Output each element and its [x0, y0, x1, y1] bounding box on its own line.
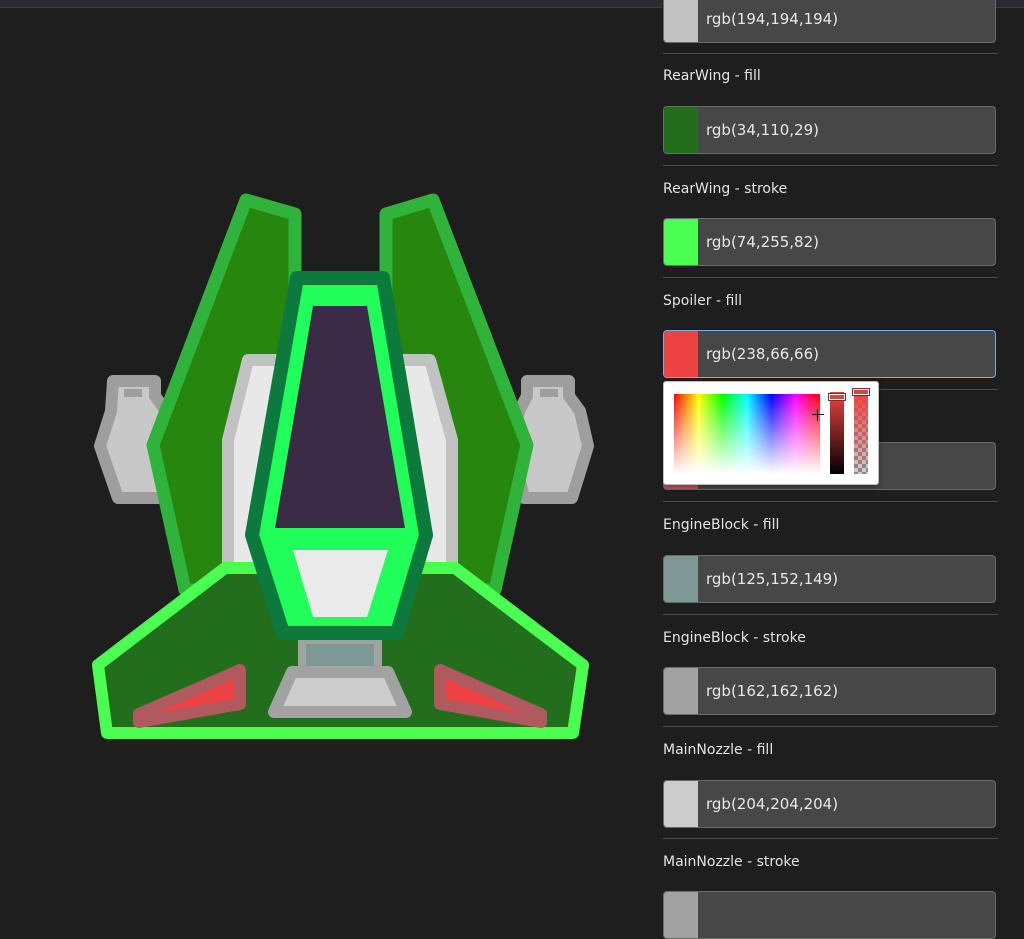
- alpha-slider-handle[interactable]: [853, 389, 869, 395]
- mainnozzle-fill-label: MainNozzle - fill: [663, 742, 774, 758]
- rearwing-stroke-label: RearWing - stroke: [663, 181, 788, 197]
- engineblock-stroke-value: rgb(162,162,162): [706, 682, 839, 700]
- divider: [663, 53, 998, 54]
- spoiler-fill-field[interactable]: rgb(238,66,66): [663, 330, 996, 378]
- mainnozzle-stroke-label: MainNozzle - stroke: [663, 854, 800, 870]
- ship-preview-canvas: [92, 193, 594, 739]
- divider: [663, 838, 998, 839]
- divider: [663, 277, 998, 278]
- mainnozzle-stroke-field[interactable]: [663, 891, 996, 939]
- engineblock-fill-label: EngineBlock - fill: [663, 517, 780, 533]
- mainnozzle-fill-value: rgb(204,204,204): [706, 795, 839, 813]
- rearwing-stroke-field[interactable]: rgb(74,255,82): [663, 218, 996, 266]
- color-picker-popup: [663, 381, 879, 485]
- mainnozzle-fill-field[interactable]: rgb(204,204,204): [663, 780, 996, 828]
- rearwing-fill-label: RearWing - fill: [663, 68, 761, 84]
- engineblock-fill-field[interactable]: rgb(125,152,149): [663, 555, 996, 603]
- main-nozzle: [268, 666, 412, 718]
- mainnozzle-stroke-swatch[interactable]: [664, 892, 698, 938]
- rearwing-stroke-swatch[interactable]: [664, 219, 698, 265]
- rearwing-fill-swatch[interactable]: [664, 107, 698, 153]
- rearwing-fill-field[interactable]: rgb(34,110,29): [663, 106, 996, 154]
- engine-block: [298, 636, 382, 674]
- divider: [663, 726, 998, 727]
- hue-slider-handle[interactable]: [829, 394, 845, 400]
- rearwing-fill-value: rgb(34,110,29): [706, 121, 819, 139]
- divider: [663, 165, 998, 166]
- rearwing-stroke-value: rgb(74,255,82): [706, 233, 819, 251]
- hue-slider[interactable]: [830, 392, 844, 474]
- engineblock-stroke-swatch[interactable]: [664, 668, 698, 714]
- alpha-slider[interactable]: [854, 392, 868, 474]
- divider: [663, 501, 998, 502]
- engineblock-stroke-label: EngineBlock - stroke: [663, 630, 806, 646]
- saturation-crosshair[interactable]: [812, 409, 824, 421]
- spoiler-fill-label: Spoiler - fill: [663, 293, 743, 309]
- engineblock-stroke-field[interactable]: rgb(162,162,162): [663, 667, 996, 715]
- saturation-area[interactable]: [674, 394, 820, 474]
- spoiler-fill-swatch[interactable]: [664, 331, 698, 377]
- spoiler-fill-value: rgb(238,66,66): [706, 345, 819, 363]
- engineblock-fill-swatch[interactable]: [664, 556, 698, 602]
- color-swatch-0[interactable]: [664, 0, 698, 42]
- mainnozzle-fill-swatch[interactable]: [664, 781, 698, 827]
- engineblock-fill-value: rgb(125,152,149): [706, 570, 839, 588]
- color-value-0: rgb(194,194,194): [706, 10, 839, 28]
- divider: [663, 614, 998, 615]
- color-field-0[interactable]: rgb(194,194,194): [663, 0, 996, 43]
